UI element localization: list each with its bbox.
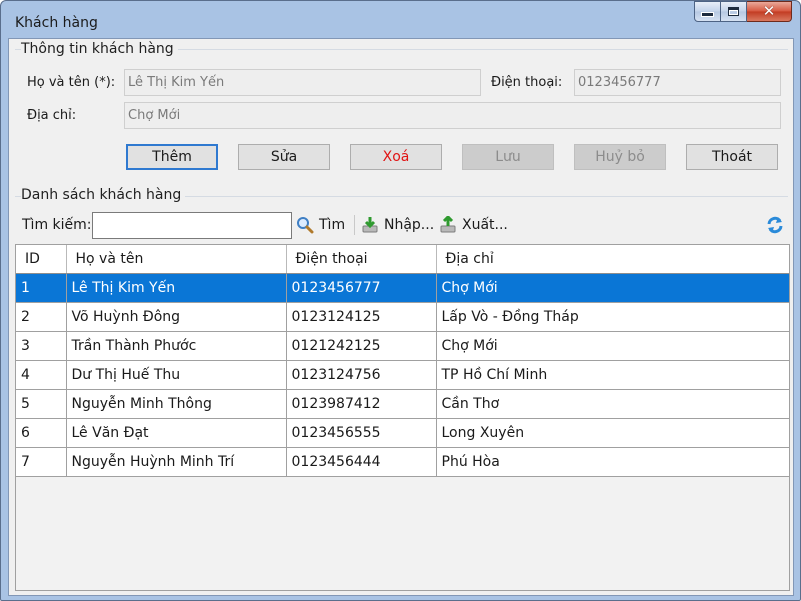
save-button[interactable]: Lưu: [462, 144, 554, 170]
export-label: Xuất...: [462, 217, 508, 233]
cell-id: 3: [16, 331, 67, 361]
search-icon: [297, 217, 314, 234]
column-header-id[interactable]: ID: [16, 245, 67, 274]
cell-id: 1: [16, 273, 67, 303]
search-label: Tìm kiếm:: [22, 217, 92, 233]
maximize-icon: [728, 7, 739, 16]
table-row[interactable]: 1 Lê Thị Kim Yến 0123456777 Chợ Mới: [16, 273, 789, 303]
cell-name: Lê Văn Đạt: [66, 418, 287, 448]
find-button[interactable]: Tìm: [296, 213, 345, 237]
cell-phone: 0121242125: [286, 331, 437, 361]
cell-address: Chợ Mới: [436, 331, 789, 361]
search-input[interactable]: [92, 212, 292, 239]
phone-label: Điện thoại:: [491, 75, 563, 90]
cell-name: Võ Huỳnh Đông: [66, 302, 287, 332]
toolbar-separator: [354, 215, 355, 235]
cell-address: Cần Thơ: [436, 389, 789, 419]
info-group-title: Thông tin khách hàng: [21, 41, 178, 57]
find-label: Tìm: [319, 217, 346, 233]
address-field[interactable]: Chợ Mới: [124, 102, 781, 129]
list-group-title: Danh sách khách hàng: [21, 187, 186, 203]
cell-id: 7: [16, 447, 67, 477]
cell-address: Lấp Vò - Đồng Tháp: [436, 302, 789, 332]
column-header-address[interactable]: Địa chỉ: [436, 245, 789, 274]
import-icon: [362, 217, 378, 233]
cell-name: Dư Thị Huế Thu: [66, 360, 287, 390]
title-bar[interactable]: Khách hàng ✕: [1, 1, 800, 39]
cell-phone: 0123456777: [286, 273, 437, 303]
delete-button[interactable]: Xoá: [350, 144, 442, 170]
caption-buttons: ✕: [694, 1, 792, 22]
table-row[interactable]: 4 Dư Thị Huế Thu 0123124756 TP Hồ Chí Mi…: [16, 360, 789, 390]
export-icon: [440, 216, 456, 233]
cancel-button[interactable]: Huỷ bỏ: [574, 144, 666, 170]
phone-field[interactable]: 0123456777: [574, 69, 781, 96]
minimize-button[interactable]: [694, 1, 721, 22]
cell-name: Lê Thị Kim Yến: [66, 273, 287, 303]
main-window: Khách hàng ✕ Thông tin khách hàng Họ và …: [0, 0, 801, 601]
refresh-button[interactable]: [765, 213, 785, 237]
column-header-phone[interactable]: Điện thoại: [286, 245, 437, 274]
import-label: Nhập...: [384, 217, 435, 233]
cell-phone: 0123456555: [286, 418, 437, 448]
cell-name: Trần Thành Phước: [66, 331, 287, 361]
import-button[interactable]: Nhập...: [361, 213, 434, 237]
form-client-area: Thông tin khách hàng Họ và tên (*): Lê T…: [8, 38, 794, 596]
cell-address: Long Xuyên: [436, 418, 789, 448]
cell-name: Nguyễn Minh Thông: [66, 389, 287, 419]
column-header-name[interactable]: Họ và tên: [66, 245, 287, 274]
cell-address: Phú Hòa: [436, 447, 789, 477]
export-button[interactable]: Xuất...: [439, 213, 508, 237]
table-header-row: ID Họ và tên Điện thoại Địa chỉ: [16, 245, 789, 274]
cell-phone: 0123124756: [286, 360, 437, 390]
cell-phone: 0123124125: [286, 302, 437, 332]
cell-address: Chợ Mới: [436, 273, 789, 303]
cell-id: 6: [16, 418, 67, 448]
cell-address: TP Hồ Chí Minh: [436, 360, 789, 390]
cell-phone: 0123987412: [286, 389, 437, 419]
refresh-icon: [767, 216, 783, 234]
exit-button[interactable]: Thoát: [686, 144, 778, 170]
name-label: Họ và tên (*):: [27, 75, 116, 90]
edit-button[interactable]: Sửa: [238, 144, 330, 170]
table-row[interactable]: 2 Võ Huỳnh Đông 0123124125 Lấp Vò - Đồng…: [16, 302, 789, 332]
cell-id: 5: [16, 389, 67, 419]
cell-phone: 0123456444: [286, 447, 437, 477]
close-icon: ✕: [762, 2, 776, 20]
address-label: Địa chỉ:: [27, 108, 77, 123]
window-title: Khách hàng: [15, 15, 98, 31]
table-row[interactable]: 5 Nguyễn Minh Thông 0123987412 Cần Thơ: [16, 389, 789, 419]
table-row[interactable]: 7 Nguyễn Huỳnh Minh Trí 0123456444 Phú H…: [16, 447, 789, 477]
maximize-button[interactable]: [721, 1, 747, 22]
add-button[interactable]: Thêm: [126, 144, 218, 170]
cell-id: 4: [16, 360, 67, 390]
minimize-icon: [702, 13, 713, 16]
close-button[interactable]: ✕: [747, 1, 792, 22]
customer-table[interactable]: ID Họ và tên Điện thoại Địa chỉ 1 Lê Thị…: [15, 244, 790, 591]
table-row[interactable]: 3 Trần Thành Phước 0121242125 Chợ Mới: [16, 331, 789, 361]
cell-id: 2: [16, 302, 67, 332]
cell-name: Nguyễn Huỳnh Minh Trí: [66, 447, 287, 477]
table-row[interactable]: 6 Lê Văn Đạt 0123456555 Long Xuyên: [16, 418, 789, 448]
name-field[interactable]: Lê Thị Kim Yến: [124, 69, 481, 96]
